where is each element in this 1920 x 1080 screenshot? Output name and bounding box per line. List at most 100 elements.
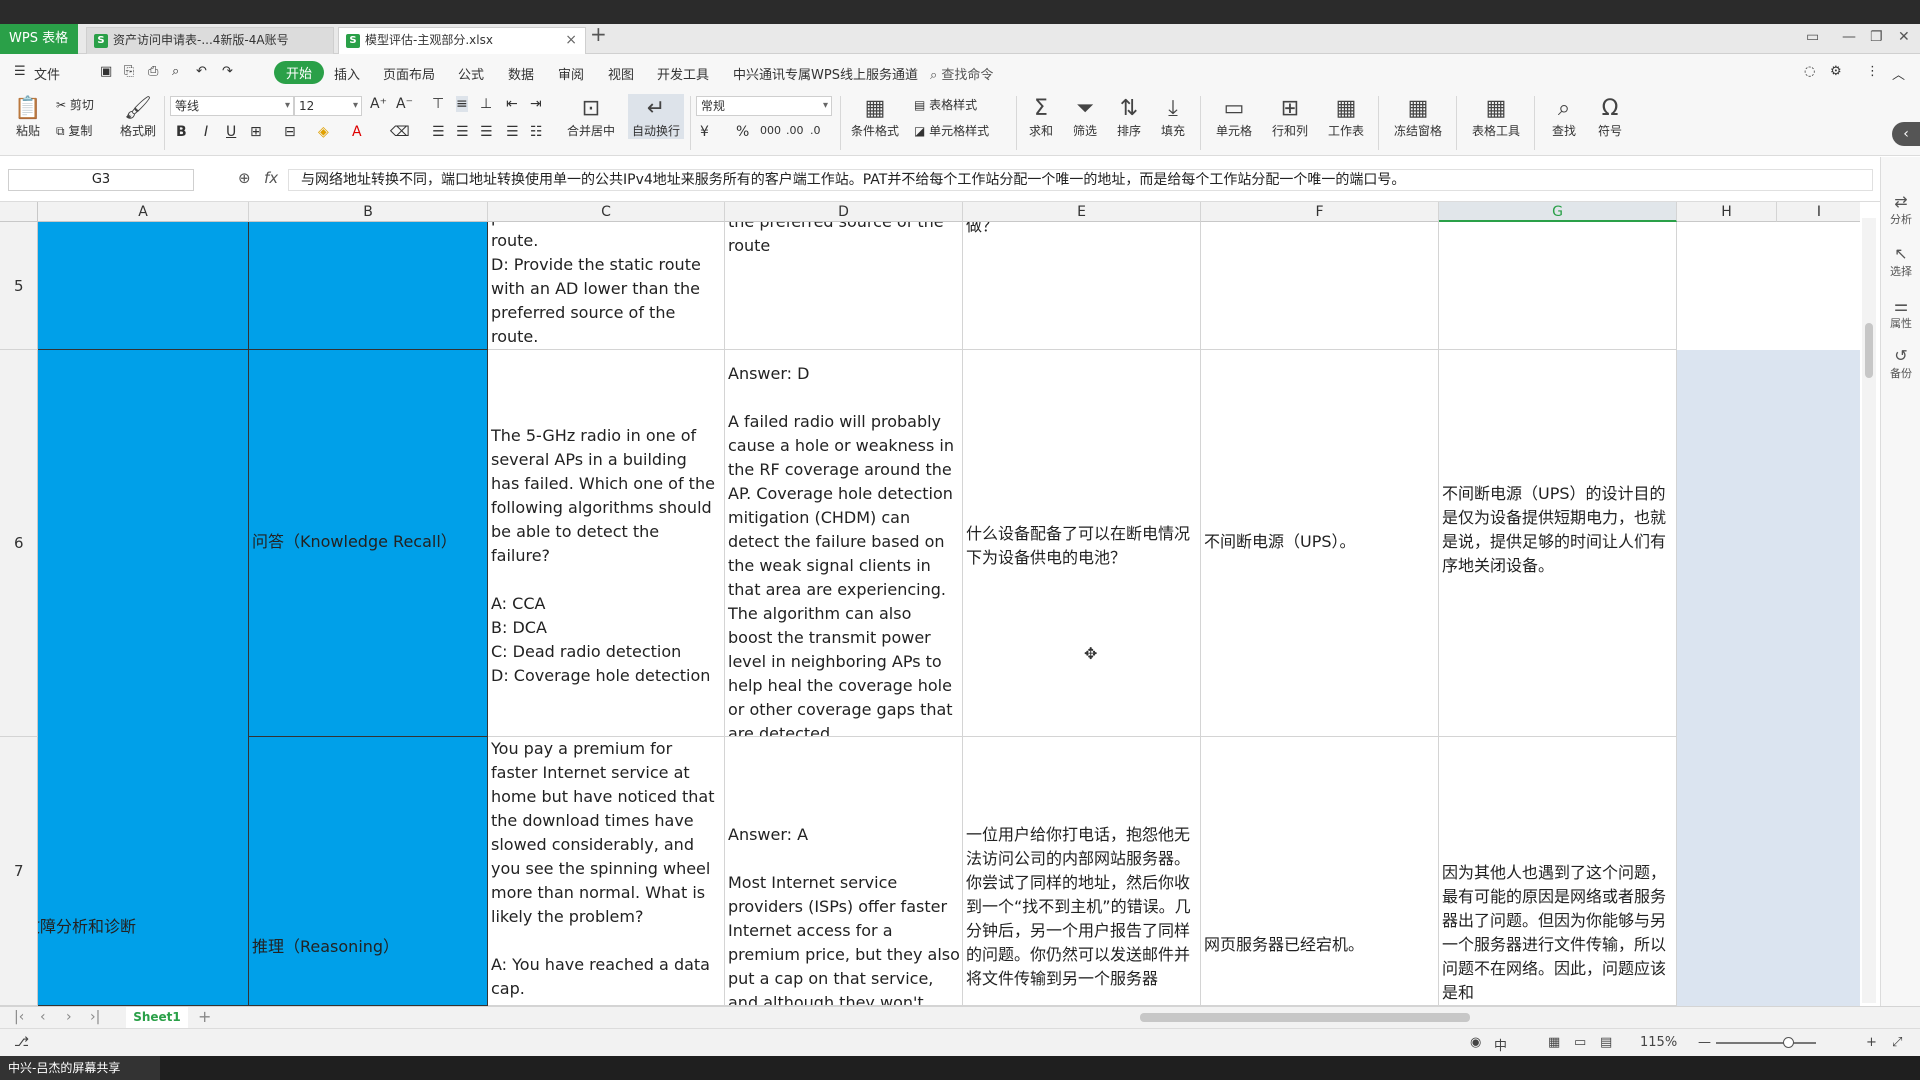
tab-asset-request[interactable]: S 资产访问申请表-...4新版-4A账号 <box>86 27 334 54</box>
app-menu-button[interactable]: WPS 表格 <box>0 24 78 54</box>
cell-d5[interactable]: the preferred source of the route <box>725 222 963 350</box>
cell-f7[interactable]: 网页服务器已经宕机。 <box>1201 737 1439 1006</box>
percent-icon[interactable]: % <box>736 124 749 140</box>
menu-zte-service[interactable]: 中兴通讯专属WPS线上服务通道 <box>733 64 918 83</box>
side-select[interactable]: ↖ 选择 <box>1885 245 1917 279</box>
menu-review[interactable]: 审阅 <box>558 64 584 83</box>
align-right-icon[interactable]: ☰ <box>480 124 493 140</box>
column-header-b[interactable]: B <box>249 202 488 222</box>
format-painter-button[interactable]: 🖌 格式刷 <box>118 96 158 139</box>
cell-a5[interactable] <box>38 222 249 350</box>
table-style-button[interactable]: ▤ 表格样式 <box>914 96 977 113</box>
hamburger-icon[interactable]: ☰ <box>14 64 26 79</box>
column-header-a[interactable]: A <box>38 202 249 222</box>
menu-file[interactable]: 文件 <box>34 64 60 83</box>
input-mode-icon[interactable]: 中 <box>1494 1035 1507 1054</box>
next-sheet-icon[interactable]: › <box>66 1009 72 1025</box>
row-header-7[interactable]: 7 <box>0 737 38 1006</box>
redo-icon[interactable]: ↷ <box>222 64 233 79</box>
cell-g7[interactable]: 因为其他人也遇到了这个问题，最有可能的原因是网络或者服务器出了问题。但因为你能够… <box>1439 737 1677 1006</box>
filter-button[interactable]: ⏷ 筛选 <box>1068 96 1102 139</box>
currency-icon[interactable]: ¥ <box>700 124 709 140</box>
cut-button[interactable]: ✂ 剪切 <box>56 96 94 113</box>
strikethrough-icon[interactable]: ⊟ <box>284 124 296 140</box>
preview-icon[interactable]: ⌕ <box>172 64 179 79</box>
normal-view-icon[interactable]: ▦ <box>1548 1035 1560 1050</box>
freeze-panes-button[interactable]: ▦ 冻结窗格 <box>1388 96 1448 139</box>
fill-color-icon[interactable]: ◈ <box>318 124 329 140</box>
row-header-6[interactable]: 6 <box>0 350 38 737</box>
command-search[interactable]: ⌕ 查找命令 <box>930 64 993 83</box>
distribute-icon[interactable]: ☷ <box>530 124 543 140</box>
sort-button[interactable]: ⇅ 排序 <box>1112 96 1146 139</box>
font-size-select[interactable]: 12 <box>294 96 362 116</box>
horizontal-scroll-thumb[interactable] <box>1140 1013 1470 1022</box>
close-icon[interactable]: × <box>565 28 577 53</box>
increase-font-icon[interactable]: A⁺ <box>370 96 387 112</box>
column-header-i[interactable]: I <box>1777 202 1860 222</box>
cell-f6[interactable]: 不间断电源（UPS）。 <box>1201 350 1439 737</box>
column-header-d[interactable]: D <box>725 202 963 222</box>
cell-e6[interactable]: 什么设备配备了可以在断电情况下为设备供电的电池？ <box>963 350 1201 737</box>
zoom-slider[interactable] <box>1716 1042 1816 1044</box>
chevron-up-icon[interactable]: ︿ <box>1892 64 1905 83</box>
find-button[interactable]: ⌕ 查找 <box>1544 96 1584 139</box>
align-bottom-icon[interactable]: ⊥ <box>480 96 492 112</box>
cell-b6[interactable]: 问答（Knowledge Recall） <box>249 350 488 737</box>
fx-icon[interactable]: fx <box>264 169 278 187</box>
more-icon[interactable]: ⋮ <box>1866 64 1879 79</box>
cell-g6[interactable]: 不间断电源（UPS）的设计目的是仅为设备提供短期电力，也就是说，提供足够的时间让… <box>1439 350 1677 737</box>
close-window-icon[interactable]: ✕ <box>1898 29 1910 45</box>
export-icon[interactable]: ⎘ <box>124 64 134 79</box>
copy-button[interactable]: ⧉ 复制 <box>56 122 92 139</box>
page-break-view-icon[interactable]: ▤ <box>1600 1035 1612 1050</box>
outdent-icon[interactable]: ⇤ <box>506 96 518 112</box>
cell-b7[interactable]: 推理（Reasoning） <box>249 737 488 1006</box>
cell-c5[interactable]: C: Provide the static route with an AD h… <box>488 222 725 350</box>
align-left-icon[interactable]: ☰ <box>432 124 445 140</box>
cell-e5[interactable]: 做？ <box>963 222 1201 350</box>
cell-e7[interactable]: 一位用户给你打电话，抱怨他无法访问公司的内部网站服务器。你尝试了同样的地址，然后… <box>963 737 1201 1006</box>
zoom-level[interactable]: 115% <box>1640 1035 1677 1050</box>
minimize-icon[interactable]: — <box>1842 29 1856 45</box>
column-header-h[interactable]: H <box>1677 202 1777 222</box>
zoom-out-icon[interactable]: — <box>1698 1035 1711 1050</box>
justify-icon[interactable]: ☰ <box>506 124 519 140</box>
print-icon[interactable]: ⎙ <box>148 64 158 79</box>
menu-page-layout[interactable]: 页面布局 <box>383 64 435 83</box>
italic-icon[interactable]: I <box>204 124 208 140</box>
zoom-formula-icon[interactable]: ⊕ <box>238 169 251 187</box>
align-middle-icon[interactable]: ≡ <box>456 96 468 112</box>
number-format-select[interactable]: 常规 <box>696 96 832 116</box>
clear-format-icon[interactable]: ⌫ <box>390 124 410 140</box>
prev-sheet-icon[interactable]: ‹ <box>40 1009 46 1025</box>
column-header-g[interactable]: G <box>1439 202 1677 222</box>
first-sheet-icon[interactable]: |‹ <box>14 1009 24 1025</box>
cell-style-button[interactable]: ◪ 单元格样式 <box>914 122 989 139</box>
indent-icon[interactable]: ⇥ <box>530 96 542 112</box>
table-tools-button[interactable]: ▦ 表格工具 <box>1466 96 1526 139</box>
select-all-corner[interactable] <box>0 202 38 222</box>
wrap-text-button[interactable]: ↵ 自动换行 <box>628 94 684 139</box>
symbol-button[interactable]: Ω 符号 <box>1590 96 1630 139</box>
menu-developer[interactable]: 开发工具 <box>657 64 709 83</box>
font-color-icon[interactable]: A <box>352 124 362 140</box>
cell-b5[interactable] <box>249 222 488 350</box>
cell-d6[interactable]: Answer: D A failed radio will probably c… <box>725 350 963 737</box>
menu-view[interactable]: 视图 <box>608 64 634 83</box>
align-center-icon[interactable]: ☰ <box>456 124 469 140</box>
page-layout-view-icon[interactable]: ▭ <box>1574 1035 1586 1050</box>
cell-c6[interactable]: The 5-GHz radio in one of several APs in… <box>488 350 725 737</box>
screen-share-label[interactable]: 中兴-吕杰的屏幕共享 <box>0 1056 160 1080</box>
cell-button[interactable]: ▭ 单元格 <box>1210 96 1258 139</box>
underline-icon[interactable]: U <box>226 124 236 140</box>
restore-icon[interactable]: ❐ <box>1870 29 1883 45</box>
merge-center-button[interactable]: ⊡ 合并居中 <box>560 96 622 139</box>
conditional-format-button[interactable]: ▦ 条件格式 <box>848 96 902 139</box>
decrease-decimal-icon[interactable]: .0 <box>810 124 821 137</box>
side-analysis[interactable]: ⇄ 分析 <box>1885 193 1917 227</box>
formula-input[interactable]: 与网络地址转换不同，端口地址转换使用单一的公共IPv4地址来服务所有的客户端工作… <box>288 169 1873 191</box>
new-tab-icon[interactable]: + <box>590 22 607 46</box>
row-col-button[interactable]: ⊞ 行和列 <box>1266 96 1314 139</box>
cell-d7[interactable]: Answer: A Most Internet service provider… <box>725 737 963 1006</box>
